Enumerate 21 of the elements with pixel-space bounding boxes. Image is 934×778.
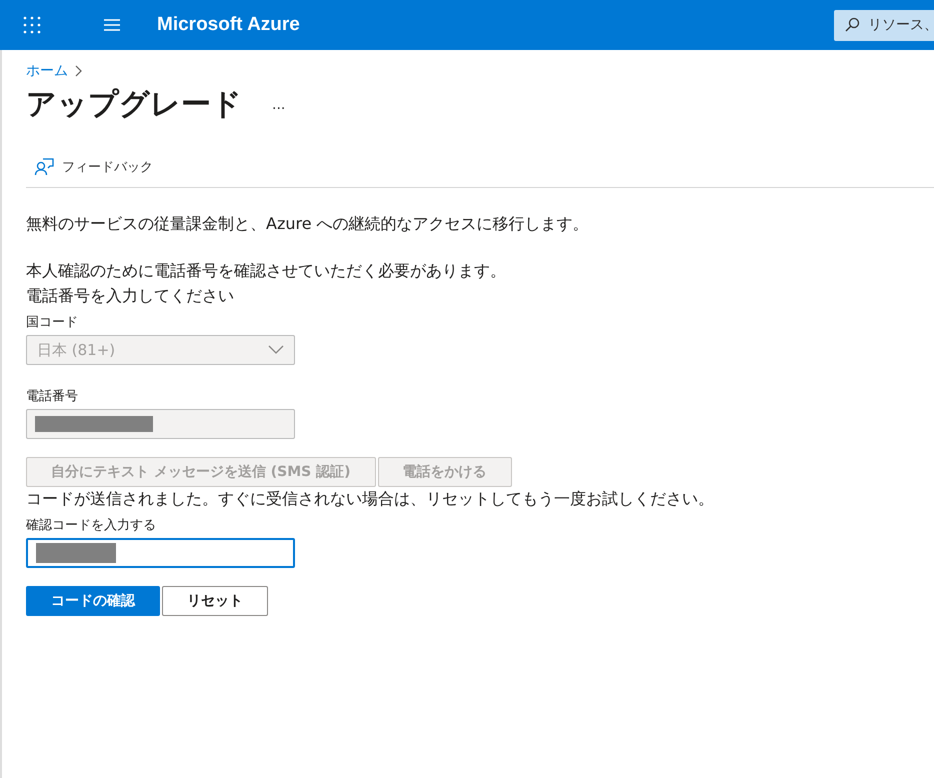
breadcrumb-link[interactable]: ホーム	[26, 62, 68, 80]
feedback-icon	[34, 157, 54, 177]
code-field[interactable]	[26, 538, 295, 568]
feedback-button[interactable]: フィードバック	[26, 157, 153, 177]
app-launcher-icon[interactable]	[22, 15, 42, 35]
field-label: 電話番号	[26, 388, 79, 405]
field-label: 国コード	[26, 314, 79, 331]
caret-icon	[268, 345, 284, 355]
chevron-icon	[74, 65, 82, 77]
verify-text: 本人確認のために電話番号を確認させていただく必要があります。	[26, 261, 507, 282]
field-label: 確認コードを入力する	[26, 517, 157, 534]
action-button[interactable]: リセット	[162, 586, 268, 616]
prompt-text: 電話番号を入力してください	[26, 286, 235, 307]
intro-text: 無料のサービスの従量課金制と、Azure への継続的なアクセスに移行します。	[26, 214, 590, 235]
portal-title: Microsoft Azure	[157, 14, 300, 36]
page-title: アップグレード	[26, 86, 242, 124]
more-button[interactable]: ...	[272, 96, 286, 112]
search-field[interactable]: リソース、	[834, 10, 934, 40]
action-button[interactable]: コードの確認	[26, 586, 160, 616]
search-icon	[844, 17, 860, 33]
status-message: コードが送信されました。すぐに受信されない場合は、リセットしてもう一度お試しください。	[26, 489, 715, 510]
